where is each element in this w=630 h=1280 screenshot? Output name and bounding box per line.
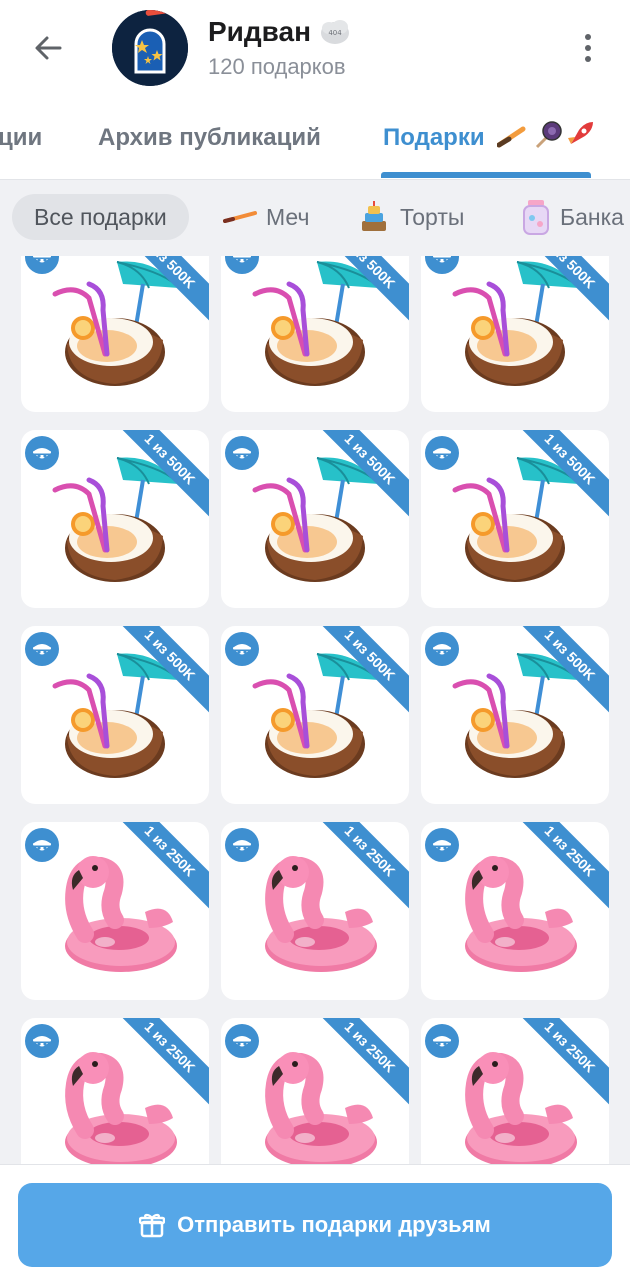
avatar-image [112, 10, 188, 86]
filter-jar[interactable]: Банка [520, 194, 624, 240]
bottom-bar: Отправить подарки друзьям [0, 1164, 630, 1280]
gift-card-coconut[interactable]: 1 из 500K [221, 256, 409, 412]
gift-count: 120 подарков [208, 54, 346, 79]
hidden-badge [425, 632, 459, 666]
gift-card-flamingo[interactable]: 1 из 250K [421, 822, 609, 1000]
gift-card-coconut[interactable]: 1 из 500K [21, 430, 209, 608]
hidden-badge [225, 828, 259, 862]
gift-card-coconut[interactable]: 1 из 500K [221, 626, 409, 804]
hidden-badge [25, 632, 59, 666]
hidden-gift-icon [233, 840, 251, 851]
hidden-badge [225, 436, 259, 470]
filter-sword[interactable]: Меч [222, 194, 309, 240]
gift-card-flamingo[interactable]: 1 из 250K [21, 1018, 209, 1166]
status-badge-text: 404 [328, 29, 342, 37]
avatar[interactable] [112, 10, 188, 86]
gift-card-coconut[interactable]: 1 из 500K [421, 256, 609, 412]
jar-icon [523, 200, 549, 235]
hidden-badge [25, 436, 59, 470]
more-menu-button[interactable] [572, 28, 604, 68]
cloud-emoji-status-icon: 404 [321, 20, 349, 44]
coconut-cocktail-image [452, 261, 580, 386]
filter-label: Все подарки [34, 203, 167, 230]
gift-card-coconut[interactable]: 1 из 500K [421, 430, 609, 608]
hidden-badge [25, 1024, 59, 1058]
hidden-badge [425, 1024, 459, 1058]
tab-gifts[interactable]: Подарки [383, 124, 485, 152]
more-vertical-icon [585, 34, 591, 40]
gift-filter-bar: Все подарки Меч Торты Банка [0, 180, 630, 256]
gift-card-flamingo[interactable]: 1 из 250K [221, 1018, 409, 1166]
hidden-gift-icon [33, 448, 51, 459]
gift-icon [139, 1213, 166, 1238]
profile-name: Ридван [208, 16, 311, 47]
active-tab-indicator [381, 172, 591, 178]
tab-archive[interactable]: Архив публикаций [98, 124, 321, 152]
sword-icon [497, 126, 526, 148]
hidden-gift-icon [33, 256, 51, 263]
filter-label: Торты [400, 203, 465, 230]
send-gifts-button[interactable]: Отправить подарки друзьям [18, 1183, 612, 1267]
filter-label: Банка [560, 203, 624, 230]
tab-publications[interactable]: ции [0, 124, 42, 152]
coconut-cocktail-image [252, 261, 380, 386]
hidden-gift-icon [33, 644, 51, 655]
hidden-badge [425, 436, 459, 470]
hidden-badge [425, 828, 459, 862]
arrow-left-icon [35, 36, 62, 60]
lollipop-icon [535, 121, 562, 149]
hidden-gift-icon [33, 840, 51, 851]
gift-card-coconut[interactable]: 1 из 500K [221, 430, 409, 608]
filter-label: Меч [266, 203, 310, 230]
coconut-cocktail-image [52, 261, 180, 386]
hidden-badge [25, 828, 59, 862]
gift-card-flamingo[interactable]: 1 из 250K [221, 822, 409, 1000]
hidden-gift-icon [433, 448, 451, 459]
hidden-gift-icon [233, 256, 251, 263]
gift-card-flamingo[interactable]: 1 из 250K [21, 822, 209, 1000]
hidden-gift-icon [433, 1036, 451, 1047]
gift-card-flamingo[interactable]: 1 из 250K [421, 1018, 609, 1166]
gift-card-coconut[interactable]: 1 из 500K [21, 626, 209, 804]
hidden-gift-icon [433, 644, 451, 655]
hidden-gift-icon [233, 644, 251, 655]
hidden-badge [225, 1024, 259, 1058]
tab-gifts-emojis [497, 120, 595, 150]
cake-icon [362, 201, 386, 231]
hidden-gift-icon [433, 840, 451, 851]
gift-card-coconut[interactable]: 1 из 500K [21, 256, 209, 412]
gift-card-coconut[interactable]: 1 из 500K [421, 626, 609, 804]
filter-all-gifts[interactable]: Все подарки [12, 194, 189, 240]
hidden-badge [225, 632, 259, 666]
hidden-gift-icon [233, 448, 251, 459]
hidden-gift-icon [433, 256, 451, 263]
gift-grid: 1 из 500K 1 из 500K 1 из 500K 1 из 500K [0, 256, 630, 1166]
sword-icon [223, 211, 257, 223]
send-gifts-label: Отправить подарки друзьям [177, 1212, 491, 1237]
rocket-icon [568, 122, 593, 144]
filter-cakes[interactable]: Торты [356, 194, 464, 240]
hidden-gift-icon [33, 1036, 51, 1047]
hidden-gift-icon [233, 1036, 251, 1047]
profile-header: Ридван 404 120 подарков [0, 0, 630, 100]
back-button[interactable] [28, 28, 68, 68]
